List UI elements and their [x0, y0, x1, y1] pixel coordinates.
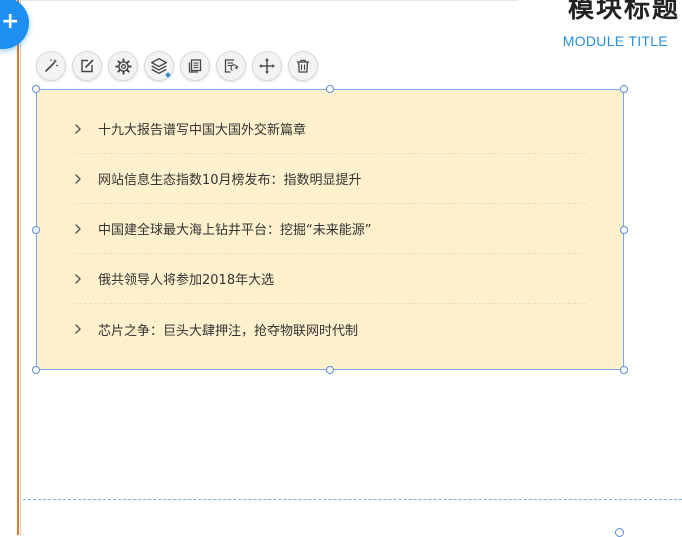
trash-icon [297, 59, 309, 73]
resize-handle-middle-left[interactable] [32, 226, 40, 234]
layers-button[interactable] [144, 51, 174, 81]
news-item-title: 俄共领导人将参加2018年大选 [98, 273, 275, 288]
left-guide-line [17, 0, 19, 535]
module-title: 模块标题 [567, 0, 680, 24]
module-toolbar [36, 51, 324, 81]
magic-wand-icon [45, 59, 58, 72]
copy-icon [188, 59, 202, 73]
move-icon [259, 58, 275, 74]
resize-handle-top-center[interactable] [326, 85, 334, 93]
module-subtitle: MODULE TITLE [562, 33, 668, 49]
news-item[interactable]: 芯片之争：巨头大肆押注，抢夺物联网时代制 [74, 304, 586, 354]
delete-button[interactable] [288, 51, 318, 81]
move-button[interactable] [252, 51, 282, 81]
resize-handle-bottom-center[interactable] [326, 366, 334, 374]
resize-handle-bottom-right[interactable] [620, 366, 628, 374]
edit-icon [81, 59, 94, 73]
news-item[interactable]: 十九大报告谱写中国大国外交新篇章 [74, 104, 586, 154]
resize-handle-top-right[interactable] [620, 85, 628, 93]
chevron-right-icon [74, 223, 98, 234]
chevron-right-icon [74, 324, 98, 334]
resize-handle-top-left[interactable] [32, 85, 40, 93]
plus-icon: + [1, 9, 20, 34]
gear-icon [114, 57, 132, 75]
news-item-title: 网站信息生态指数10月榜发布：指数明显提升 [98, 173, 362, 188]
copy-button[interactable] [180, 51, 210, 81]
magic-wand-button[interactable] [36, 51, 66, 81]
news-item[interactable]: 中国建全球最大海上钻井平台：挖掘“未来能源” [74, 204, 586, 254]
resize-handle-middle-right[interactable] [620, 226, 628, 234]
section-divider [23, 499, 682, 500]
add-module-button[interactable]: + [0, 0, 29, 49]
chevron-right-icon [74, 123, 98, 134]
chevron-right-icon [74, 273, 98, 284]
news-item[interactable]: 俄共领导人将参加2018年大选 [74, 254, 586, 304]
news-item-title: 十九大报告谱写中国大国外交新篇章 [98, 123, 307, 138]
news-item-title: 中国建全球最大海上钻井平台：挖掘“未来能源” [98, 223, 372, 238]
resize-handle-bottom-left[interactable] [32, 366, 40, 374]
news-item-title: 芯片之争：巨头大肆押注，抢夺物联网时代制 [98, 323, 359, 339]
top-rule [21, 0, 518, 1]
layers-icon [151, 58, 167, 74]
news-item[interactable]: 网站信息生态指数10月榜发布：指数明显提升 [74, 154, 586, 204]
left-guide-line-secondary [20, 0, 21, 535]
replace-icon [224, 59, 239, 73]
chevron-right-icon [74, 173, 98, 184]
news-list: 十九大报告谱写中国大国外交新篇章 网站信息生态指数10月榜发布：指数明显提升 中… [74, 104, 586, 354]
layers-indicator [165, 72, 171, 78]
edit-button[interactable] [72, 51, 102, 81]
next-module-handle[interactable] [615, 528, 624, 537]
settings-button[interactable] [108, 51, 138, 81]
replace-button[interactable] [216, 51, 246, 81]
